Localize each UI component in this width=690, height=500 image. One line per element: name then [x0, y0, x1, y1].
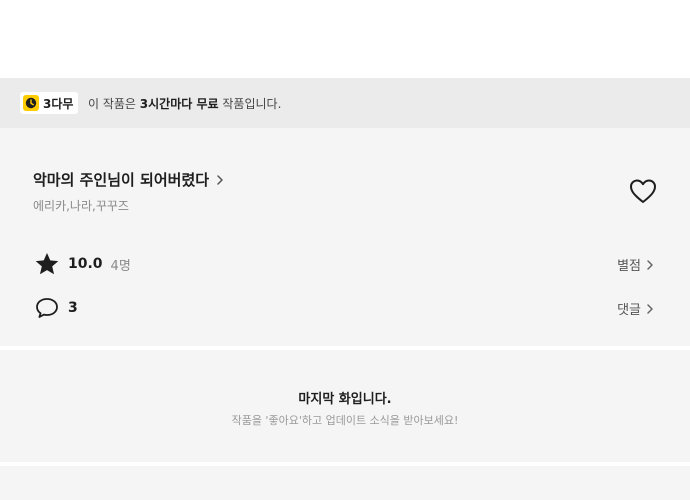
comment-link-label: 댓글	[617, 303, 641, 318]
notice-text: 이 작품은 3시간마다 무료 작품입니다.	[88, 95, 281, 112]
comment-count: 3	[68, 300, 78, 316]
work-title: 악마의 주인님이 되어버렸다	[33, 171, 210, 189]
rating-link-label: 별점	[617, 259, 641, 274]
last-episode-title: 마지막 화입니다.	[298, 392, 392, 407]
star-icon	[35, 252, 59, 275]
chevron-right-icon	[647, 303, 653, 314]
notice-text-suffix: 작품입니다.	[218, 97, 282, 111]
chevron-right-icon	[647, 259, 653, 270]
rating-link[interactable]: 별점	[617, 255, 655, 274]
notice-text-prefix: 이 작품은	[88, 97, 140, 111]
bottom-panel	[0, 466, 690, 500]
badge-label: 3다무	[43, 96, 74, 111]
comment-link[interactable]: 댓글	[617, 299, 655, 318]
rating-value: 10.0	[68, 256, 103, 272]
rating-count: 4명	[110, 258, 131, 274]
work-authors: 에리카,나라,꾸꾸즈	[33, 199, 129, 213]
work-info-panel	[0, 128, 690, 346]
work-title-link[interactable]: 악마의 주인님이 되어버렸다	[33, 169, 225, 190]
notice-text-highlight: 3시간마다 무료	[139, 97, 219, 111]
last-episode-subtitle: 작품을 '좋아요'하고 업데이트 소식을 받아보세요!	[231, 414, 459, 427]
comment-summary: 3	[34, 296, 78, 320]
wait-free-badge: 3다무	[20, 92, 79, 114]
clock-icon	[23, 95, 39, 111]
rating-summary: 10.0 4명	[34, 251, 131, 277]
last-episode-panel: 마지막 화입니다. 작품을 '좋아요'하고 업데이트 소식을 받아보세요!	[0, 350, 690, 462]
top-blank-area	[0, 0, 690, 78]
heart-outline-icon[interactable]	[628, 177, 658, 205]
speech-bubble-icon	[36, 298, 58, 318]
chevron-right-icon	[217, 174, 223, 185]
